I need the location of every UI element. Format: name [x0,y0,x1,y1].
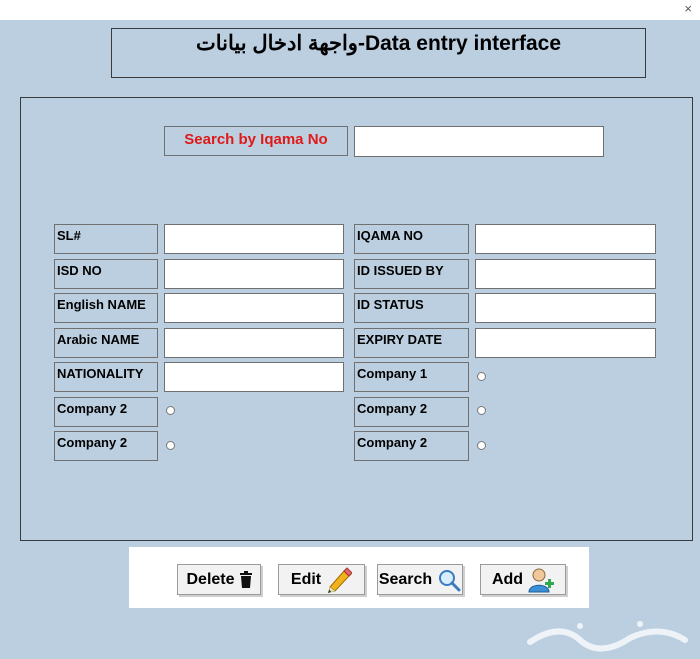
iqama-no-label: IQAMA NO [354,224,469,254]
watermark-logo [527,621,688,652]
search-button[interactable]: Search [377,564,463,595]
company-1-right-radio[interactable] [477,372,486,381]
company-2-left-b-label: Company 2 [54,431,158,461]
company-1-right-label: Company 1 [354,362,469,392]
id-status-label: ID STATUS [354,293,469,323]
search-by-iqama-label: Search by Iqama No [164,126,348,156]
isd-no-label: ISD NO [54,259,158,289]
arabic-name-input[interactable] [164,328,344,358]
sl-input[interactable] [164,224,344,254]
company-2-right-b-label: Company 2 [354,431,469,461]
id-status-input[interactable] [475,293,656,323]
nationality-input[interactable] [164,362,344,392]
page-title: واجهة ادخال بيانات-Data entry interface [195,32,562,55]
company-2-left-a-radio[interactable] [166,406,175,415]
id-issued-by-input[interactable] [475,259,656,289]
english-name-label: English NAME [54,293,158,323]
close-icon[interactable]: × [684,1,692,16]
search-button-label: Search [378,570,433,588]
company-2-left-b-radio[interactable] [166,441,175,450]
delete-button[interactable]: Delete [177,564,261,595]
sl-label: SL# [54,224,158,254]
company-2-right-b-radio[interactable] [477,441,486,450]
company-2-left-a-label: Company 2 [54,397,158,427]
nationality-label: NATIONALITY [54,362,158,392]
delete-button-label: Delete [186,570,235,588]
add-button-label: Add [491,570,524,588]
expiry-date-label: EXPIRY DATE [354,328,469,358]
pencil-icon [327,566,353,593]
iqama-no-input[interactable] [475,224,656,254]
title-box: واجهة ادخال بيانات-Data entry interface [111,28,646,78]
edit-button-label: Edit [290,570,322,588]
company-2-right-a-label: Company 2 [354,397,469,427]
company-2-right-a-radio[interactable] [477,406,486,415]
window-titlebar: × [0,0,700,20]
id-issued-by-label: ID ISSUED BY [354,259,469,289]
search-iqama-input[interactable] [354,126,604,157]
add-user-icon [528,568,555,592]
arabic-name-label: Arabic NAME [54,328,158,358]
isd-no-input[interactable] [164,259,344,289]
add-button[interactable]: Add [480,564,566,595]
expiry-date-input[interactable] [475,328,656,358]
trash-icon [239,571,252,588]
edit-button[interactable]: Edit [278,564,365,595]
magnifier-icon [439,569,461,591]
english-name-input[interactable] [164,293,344,323]
